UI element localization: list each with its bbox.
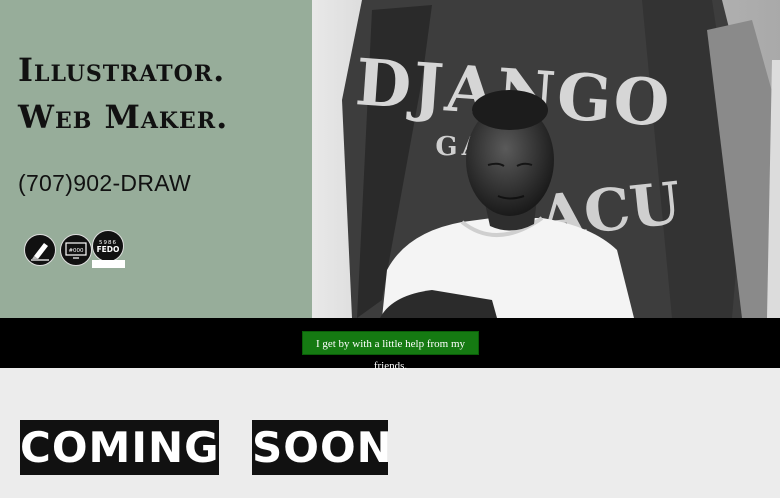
monitor-icon-text: #000 — [68, 248, 84, 254]
title-illustrator: Illustrator. — [18, 51, 226, 89]
fedo-badge-icon[interactable]: 5986 FEDO — [92, 230, 124, 262]
title-web-maker: Web Maker. — [18, 98, 229, 136]
pen-nib-icon-graphic — [31, 243, 49, 261]
badge-underline — [92, 260, 125, 268]
portrait-photo-graphic: DJANGO GA RA ACU — [312, 0, 780, 318]
hero-intro-panel: Illustrator. Web Maker. (707)902-DRAW #0… — [0, 0, 312, 318]
fedo-badge-label: FEDO — [97, 245, 120, 254]
monitor-icon-graphic: #000 — [65, 242, 87, 259]
fedo-badge-graphic: 5986 FEDO — [97, 240, 120, 254]
friends-quote-button[interactable]: I get by with a little help from my frie… — [302, 331, 479, 372]
monitor-icon[interactable]: #000 — [60, 234, 92, 266]
portrait-photo: DJANGO GA RA ACU — [312, 0, 780, 318]
hero: Illustrator. Web Maker. (707)902-DRAW #0… — [0, 0, 780, 318]
pen-nib-icon[interactable] — [24, 234, 56, 266]
soon-word: SOON — [252, 420, 392, 475]
coming-word: COMING — [20, 420, 219, 475]
phone-number[interactable]: (707)902-DRAW — [18, 170, 191, 197]
